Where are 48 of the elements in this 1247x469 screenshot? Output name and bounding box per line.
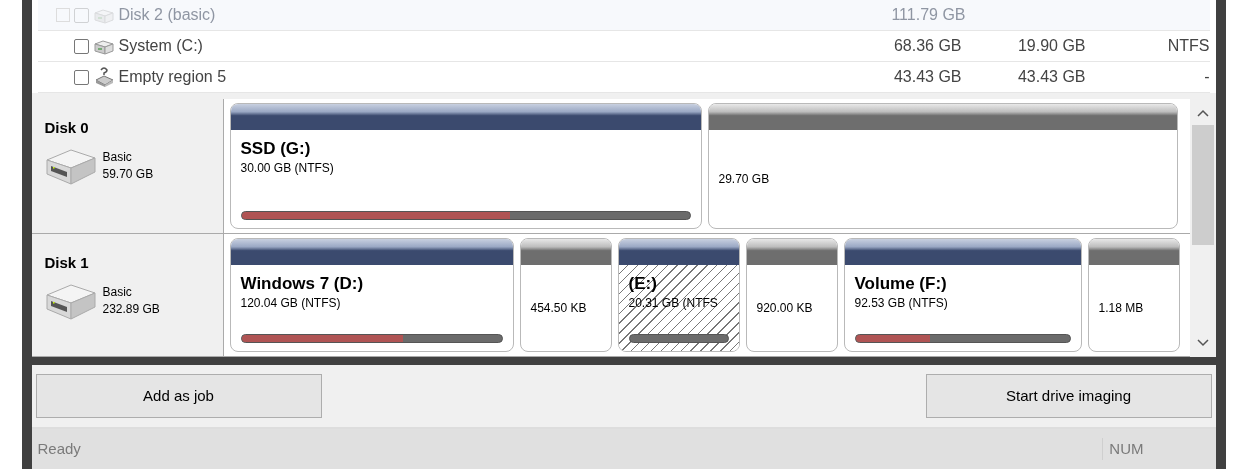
checkbox[interactable] (73, 38, 89, 54)
size-cell-text: 111.79 GB (890, 5, 966, 25)
start-imaging-button[interactable]: Start drive imaging (925, 374, 1212, 418)
scroll-down-icon[interactable] (1196, 339, 1209, 347)
disk-name: Disk 0 (44, 118, 90, 138)
partition-name: SSD (G:) (240, 138, 312, 160)
partition-card[interactable]: (E:) 20.31 GB (NTFS (617, 238, 740, 352)
size-cell-text: 43.43 GB (892, 67, 962, 87)
volume-name: System (C:) (118, 36, 204, 56)
scroll-up-icon[interactable] (1196, 109, 1209, 117)
num-lock-indicator: NUM (1102, 437, 1150, 461)
volume-name: Disk 2 (basic) (118, 5, 217, 25)
disk-size: 232.89 GB (102, 300, 160, 318)
partition-size: 20.31 GB (NTFS (628, 295, 719, 313)
disk-type: Basic (102, 283, 133, 301)
volume-row[interactable]: Empty region 5 43.43 GB 43.43 GB - (37, 62, 1210, 93)
partition-name: (E:) (628, 273, 658, 295)
volume-row[interactable]: System (C:) 68.36 GB 19.90 GB NTFS (37, 31, 1210, 62)
partition-size: 920.00 KB (756, 300, 814, 317)
free-space-cell-text: 43.43 GB (1016, 67, 1086, 87)
filesystem-cell-text: NTFS (1166, 36, 1210, 56)
expand-toggle[interactable] (55, 8, 70, 22)
add-job-button[interactable]: Add as job (35, 374, 322, 418)
size-cell-text: 68.36 GB (892, 36, 962, 56)
filesystem-cell-text: - (1203, 67, 1210, 87)
partition-card[interactable]: Volume (F:) 92.53 GB (NTFS) (843, 238, 1082, 352)
unallocated-space-card[interactable]: 920.00 KB (745, 238, 838, 352)
disk-type: Basic (102, 148, 133, 166)
partition-card[interactable]: Windows 7 (D:) 120.04 GB (NTFS) (229, 238, 514, 352)
partition-size: 92.53 GB (NTFS) (854, 295, 949, 313)
partition-size: 1.18 MB (1098, 300, 1145, 317)
partition-name: Windows 7 (D:) (240, 273, 365, 295)
unallocated-space-card[interactable]: 29.70 GB (707, 103, 1178, 229)
disk-size: 59.70 GB (102, 165, 154, 183)
scrollbar-thumb[interactable] (1191, 125, 1214, 245)
unallocated-space-card[interactable]: 1.18 MB (1087, 238, 1180, 352)
disk-name: Disk 1 (44, 253, 90, 273)
volume-name: Empty region 5 (118, 67, 228, 87)
partition-size: 29.70 GB (718, 171, 771, 188)
partition-card[interactable]: SSD (G:) 30.00 GB (NTFS) (229, 103, 702, 229)
unallocated-space-card[interactable]: 454.50 KB (519, 238, 612, 352)
partition-size: 120.04 GB (NTFS) (240, 295, 342, 313)
partition-name: Volume (F:) (854, 273, 948, 295)
status-text: Ready (37, 438, 82, 459)
free-space-cell-text: 19.90 GB (1016, 36, 1086, 56)
partition-size: 454.50 KB (530, 300, 588, 317)
partition-size: 30.00 GB (NTFS) (240, 160, 335, 178)
checkbox[interactable] (73, 69, 89, 85)
